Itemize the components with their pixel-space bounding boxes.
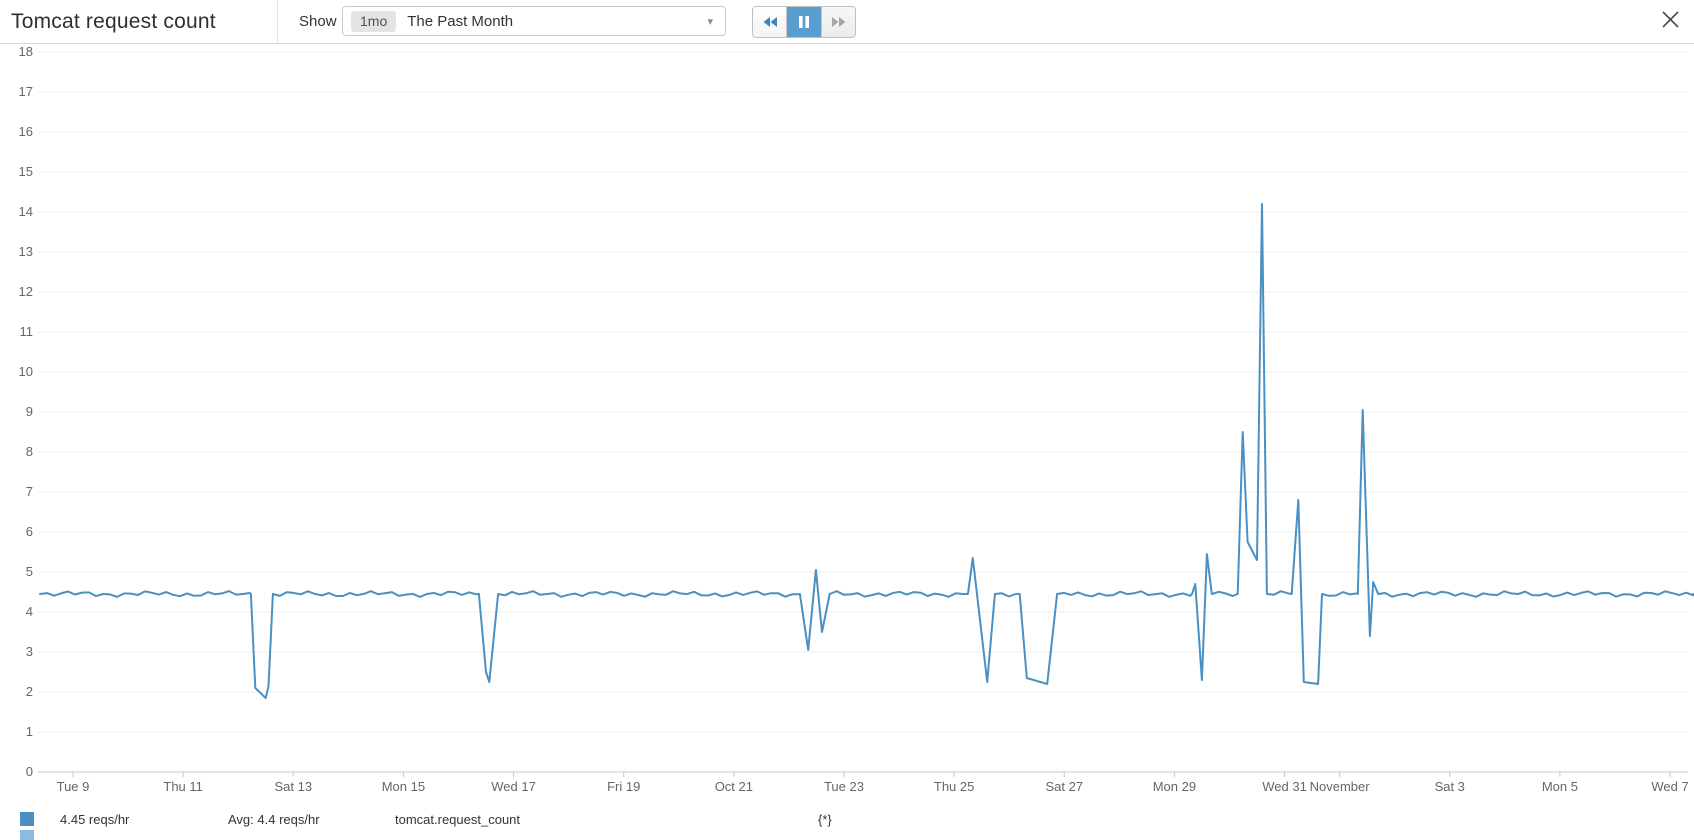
svg-text:Sat 13: Sat 13: [274, 779, 312, 794]
svg-text:13: 13: [19, 244, 33, 259]
x-axis-ticks: [73, 772, 1670, 777]
playback-controls: [752, 6, 856, 38]
svg-text:6: 6: [26, 524, 33, 539]
legend-current-value: 4.45 reqs/hr: [60, 812, 129, 827]
legend-average: Avg: 4.4 reqs/hr: [228, 812, 320, 827]
svg-text:November: November: [1310, 779, 1371, 794]
close-x-icon: [1661, 10, 1680, 29]
chart-plot-area[interactable]: 0123456789101112131415161718Tue 9Thu 11S…: [0, 43, 1694, 803]
svg-text:7: 7: [26, 484, 33, 499]
series-line: [40, 204, 1693, 698]
svg-text:0: 0: [26, 764, 33, 779]
graph-title: Tomcat request count: [11, 0, 216, 43]
svg-text:Tue 9: Tue 9: [57, 779, 90, 794]
svg-text:Sat 27: Sat 27: [1045, 779, 1083, 794]
svg-text:15: 15: [19, 164, 33, 179]
svg-text:12: 12: [19, 284, 33, 299]
svg-text:1: 1: [26, 724, 33, 739]
pause-button[interactable]: [787, 7, 821, 37]
rewind-button[interactable]: [753, 7, 787, 37]
close-button[interactable]: [1656, 5, 1684, 33]
legend-metric-name: tomcat.request_count: [395, 812, 520, 827]
svg-text:Mon 29: Mon 29: [1153, 779, 1196, 794]
svg-text:Tue 23: Tue 23: [824, 779, 864, 794]
fast-forward-button[interactable]: [821, 7, 855, 37]
timeframe-value: The Past Month: [407, 13, 513, 30]
svg-text:Wed 7: Wed 7: [1651, 779, 1688, 794]
y-axis-labels: 0123456789101112131415161718: [19, 44, 33, 779]
chevron-down-icon: ▾: [707, 15, 713, 28]
svg-text:Sat 3: Sat 3: [1435, 779, 1465, 794]
svg-text:Thu 25: Thu 25: [934, 779, 974, 794]
svg-text:17: 17: [19, 84, 33, 99]
svg-text:10: 10: [19, 364, 33, 379]
svg-text:18: 18: [19, 44, 33, 59]
double-chevron-left-icon: [762, 16, 778, 28]
legend-scope: {*}: [818, 812, 832, 827]
svg-text:Oct 21: Oct 21: [715, 779, 753, 794]
svg-text:16: 16: [19, 124, 33, 139]
svg-text:Mon 15: Mon 15: [382, 779, 425, 794]
svg-text:8: 8: [26, 444, 33, 459]
gridlines: [38, 52, 1688, 772]
svg-text:2: 2: [26, 684, 33, 699]
svg-text:14: 14: [19, 204, 33, 219]
show-label: Show: [299, 0, 337, 43]
timeframe-select[interactable]: 1mo The Past Month ▾: [342, 6, 726, 36]
timeseries-chart: 0123456789101112131415161718Tue 9Thu 11S…: [0, 43, 1694, 803]
header-divider: [277, 0, 278, 43]
svg-text:Wed 31: Wed 31: [1262, 779, 1307, 794]
double-chevron-right-icon: [831, 16, 847, 28]
graph-header: Tomcat request count Show 1mo The Past M…: [0, 0, 1694, 44]
svg-text:Fri 19: Fri 19: [607, 779, 640, 794]
svg-text:Thu 11: Thu 11: [163, 779, 203, 794]
svg-text:5: 5: [26, 564, 33, 579]
pause-icon: [798, 15, 810, 29]
svg-text:Wed 17: Wed 17: [491, 779, 536, 794]
legend-row[interactable]: 4.45 reqs/hr Avg: 4.4 reqs/hr tomcat.req…: [0, 808, 1694, 832]
legend-swatch: [20, 812, 34, 826]
svg-text:Mon 5: Mon 5: [1542, 779, 1578, 794]
x-axis-labels: Tue 9 Thu 11 Sat 13 Mon 15 Wed 17 Fri 19 Oct 2…: [57, 779, 1689, 794]
svg-text:4: 4: [26, 604, 33, 619]
svg-text:3: 3: [26, 644, 33, 659]
timeframe-badge: 1mo: [351, 11, 396, 32]
svg-text:11: 11: [20, 324, 34, 339]
svg-text:9: 9: [26, 404, 33, 419]
